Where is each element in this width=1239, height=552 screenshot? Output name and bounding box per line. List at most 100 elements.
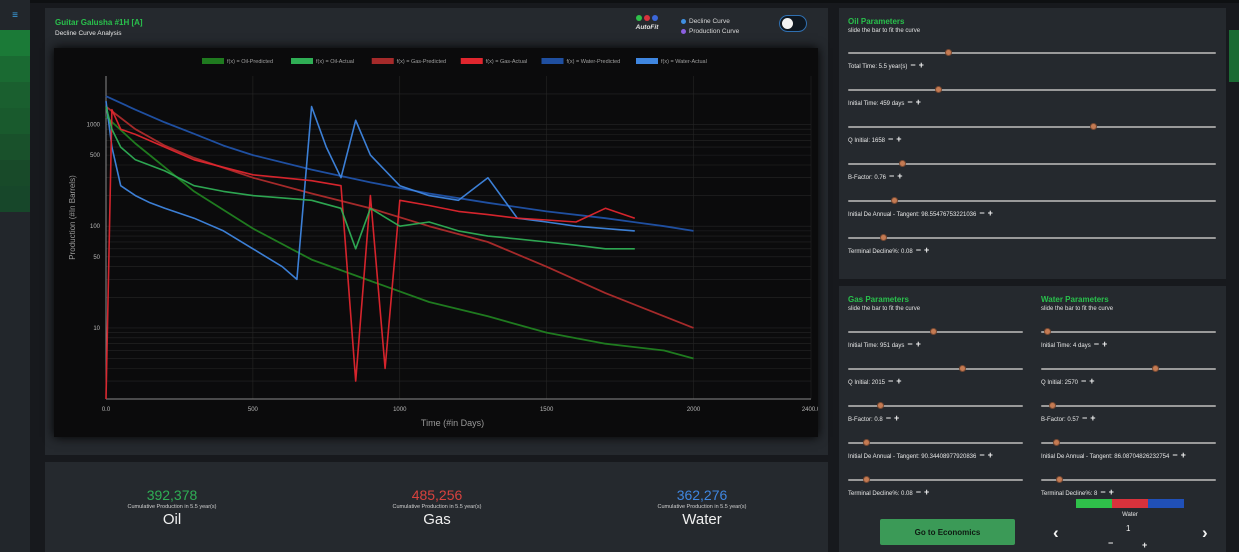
cumulative-water-note: Cumulative Production in 5.5 year(s) [657,504,747,510]
gas-slider-row: B-Factor: 0.8− + [848,402,1023,435]
sidebar-well-item[interactable] [0,160,30,186]
slider-thumb[interactable] [863,476,871,483]
slider-track[interactable] [848,476,1023,483]
slider-thumb[interactable] [876,402,884,409]
decrement-button[interactable]: − [1172,450,1177,460]
decrement-button[interactable]: − [889,171,894,181]
slider-track[interactable] [848,123,1216,130]
go-to-economics-button[interactable]: Go to Economics [880,519,1015,545]
series-color-swatch[interactable] [1076,499,1112,508]
slider-thumb[interactable] [945,49,953,56]
slider-track[interactable] [848,234,1216,241]
autofit-dot-icon [636,15,642,21]
slider-thumb[interactable] [1056,476,1064,483]
increment-button[interactable]: + [896,376,901,386]
decrement-button[interactable]: − [888,376,893,386]
decrement-button[interactable]: − [916,487,921,497]
curve-toggle-switch[interactable] [779,15,807,32]
production-curve-option[interactable]: Production Curve [681,27,739,37]
legend-label: f(x) = Oil-Actual [316,59,354,65]
slider-thumb[interactable] [891,197,899,204]
slider-thumb[interactable] [1044,328,1052,335]
increment-button[interactable]: + [924,245,929,255]
increment-button[interactable]: + [1102,339,1107,349]
slider-thumb[interactable] [898,160,906,167]
increment-button[interactable]: + [919,60,924,70]
oil-slider-row: Terminal Decline%: 0.08− + [848,234,1216,267]
slider-track[interactable] [1041,439,1216,446]
slider-track[interactable] [848,86,1216,93]
slider-thumb[interactable] [1049,402,1057,409]
slider-thumb[interactable] [863,439,871,446]
increment-button[interactable]: + [896,134,901,144]
increment-button[interactable]: + [1090,413,1095,423]
decrement-button[interactable]: − [979,208,984,218]
increment-button[interactable]: + [916,97,921,107]
sidebar-well-item[interactable] [0,108,30,134]
sidebar-well-item[interactable] [0,30,30,56]
y-tick-label: 500 [90,153,101,159]
legend-swatch [541,58,564,64]
sidebar-well-item[interactable] [0,186,30,212]
autofit-control[interactable]: AutoFit [632,15,662,31]
prev-arrow-icon[interactable]: ‹ [1053,523,1059,543]
slider-track[interactable] [1041,402,1216,409]
decrement-button[interactable]: − [916,245,921,255]
slider-thumb[interactable] [1052,439,1060,446]
slider-thumb[interactable] [934,86,942,93]
slider-track[interactable] [848,365,1023,372]
increment-button[interactable]: + [897,171,902,181]
slider-label: Initial De Annual - Tangent: 98.55476753… [848,212,977,218]
slider-thumb[interactable] [958,365,966,372]
increment-button[interactable]: + [894,413,899,423]
page-decrement-button[interactable]: − [1108,538,1113,548]
sidebar-well-item[interactable] [0,56,30,82]
increment-button[interactable]: + [1181,450,1186,460]
slider-thumb[interactable] [930,328,938,335]
legend-swatch [371,58,394,64]
decrement-button[interactable]: − [888,134,893,144]
slider-thumb[interactable] [880,234,888,241]
sidebar-well-item[interactable] [0,82,30,108]
slider-track[interactable] [1041,476,1216,483]
legend-swatch [291,58,313,64]
increment-button[interactable]: + [988,450,993,460]
slider-thumb[interactable] [1151,365,1159,372]
menu-icon[interactable]: ≡ [0,0,30,30]
decrement-button[interactable]: − [1081,376,1086,386]
decrement-button[interactable]: − [907,97,912,107]
slider-track[interactable] [848,49,1216,56]
increment-button[interactable]: + [1109,487,1114,497]
slider-track[interactable] [848,160,1216,167]
slider-track[interactable] [848,402,1023,409]
decrement-button[interactable]: − [886,413,891,423]
next-arrow-icon[interactable]: › [1202,523,1208,543]
decrement-button[interactable]: − [1094,339,1099,349]
slider-track[interactable] [848,328,1023,335]
decline-curve-option[interactable]: Decline Curve [681,17,739,27]
slider-track[interactable] [848,439,1023,446]
cumulative-water-name: Water [682,511,722,528]
slider-label: Q Initial: 1658 [848,138,886,144]
increment-button[interactable]: + [916,339,921,349]
slider-track[interactable] [1041,365,1216,372]
slider-track[interactable] [848,197,1216,204]
page-increment-button[interactable]: + [1142,540,1147,550]
slider-track[interactable] [1041,328,1216,335]
sidebar-well-item[interactable] [0,134,30,160]
increment-button[interactable]: + [1089,376,1094,386]
series-color-selector[interactable] [1076,499,1184,508]
decrement-button[interactable]: − [1100,487,1105,497]
production-chart: 0.0 500 1000 1500 2000 2400.0 1000 500 100 50 10 Ti… [54,48,818,437]
slider-thumb[interactable] [1089,123,1097,130]
decrement-button[interactable]: − [979,450,984,460]
increment-button[interactable]: + [988,208,993,218]
decrement-button[interactable]: − [907,339,912,349]
series-color-swatch[interactable] [1112,499,1148,508]
decrement-button[interactable]: − [1082,413,1087,423]
slider-label: Initial De Annual - Tangent: 86.08704826… [1041,454,1170,460]
toggle-knob [782,18,793,29]
increment-button[interactable]: + [924,487,929,497]
series-color-swatch[interactable] [1148,499,1184,508]
decrement-button[interactable]: − [910,60,915,70]
